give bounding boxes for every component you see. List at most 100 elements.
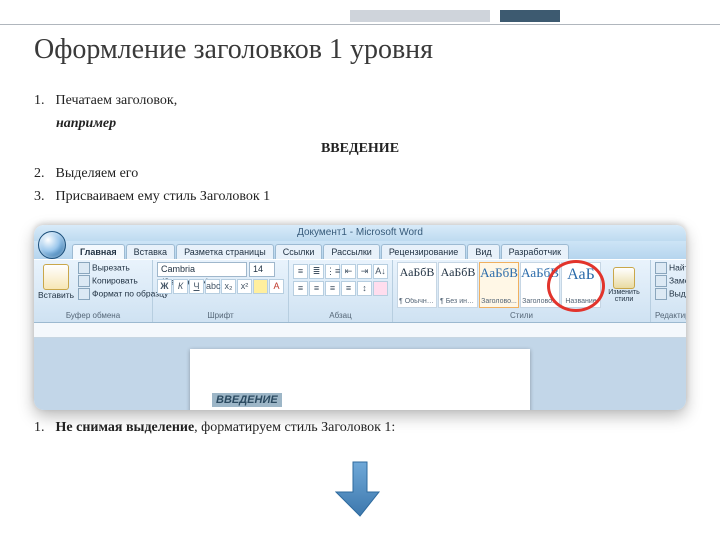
decor-rule: [0, 24, 720, 25]
align-center-button[interactable]: ≡: [309, 281, 324, 296]
group-styles-label: Стили: [397, 311, 646, 320]
ribbon-tabs: Главная Вставка Разметка страницы Ссылки…: [34, 241, 686, 259]
sort-button[interactable]: A↓: [373, 264, 388, 279]
style-label: ¶ Без инте...: [440, 298, 476, 305]
brush-icon: [78, 288, 90, 300]
tab-refs[interactable]: Ссылки: [275, 244, 323, 259]
style-heading1[interactable]: АаБбВ Заголово...: [479, 262, 519, 308]
step-3: 3. Присваиваем ему стиль Заголовок 1: [34, 186, 686, 207]
font-color-button[interactable]: A: [269, 279, 284, 294]
down-arrow-icon: [335, 460, 385, 520]
tab-dev[interactable]: Разработчик: [501, 244, 569, 259]
find-label: Найти: [669, 262, 686, 272]
tab-mail[interactable]: Рассылки: [323, 244, 379, 259]
step-1-num: 1.: [34, 90, 52, 111]
style-label: ¶ Обычный: [399, 298, 435, 305]
numbering-button[interactable]: ≣: [309, 264, 324, 279]
tab-view[interactable]: Вид: [467, 244, 499, 259]
page[interactable]: ВВЕДЕНИЕ: [190, 349, 530, 410]
indent-dec-button[interactable]: ⇤: [341, 264, 356, 279]
selected-heading-text[interactable]: ВВЕДЕНИЕ: [212, 393, 282, 407]
group-editing-label: Редактирование: [655, 311, 686, 320]
step-1-example-lead: например: [56, 113, 686, 134]
linespacing-button[interactable]: ↕: [357, 281, 372, 296]
style-label: Заголово...: [522, 298, 558, 305]
tab-layout[interactable]: Разметка страницы: [176, 244, 274, 259]
step-4-num: 1.: [34, 420, 52, 436]
group-font: Cambria (Заголовок) 14 Ж К Ч abc x₂ x² A…: [153, 260, 289, 322]
step-1-text: Печатаем заголовок,: [56, 93, 178, 108]
slide-title: Оформление заголовков 1 уровня: [34, 34, 433, 66]
highlight-button[interactable]: [253, 279, 268, 294]
group-font-label: Шрифт: [157, 311, 284, 320]
style-sample: АаБбВ: [400, 265, 435, 280]
font-size-select[interactable]: 14: [249, 262, 275, 277]
step-1: 1. Печатаем заголовок,: [34, 90, 686, 111]
group-paragraph-label: Абзац: [293, 311, 388, 320]
tab-home[interactable]: Главная: [72, 244, 125, 259]
find-icon: [655, 262, 667, 274]
style-nospacing[interactable]: АаБбВ ¶ Без инте...: [438, 262, 478, 308]
change-styles-button[interactable]: Изменить стили: [602, 265, 646, 305]
strike-button[interactable]: abc: [205, 279, 220, 294]
group-clipboard-label: Буфер обмена: [38, 311, 148, 320]
italic-button[interactable]: К: [173, 279, 188, 294]
window-title: Документ1 - Microsoft Word: [34, 225, 686, 241]
steps-block: 1. Печатаем заголовок, например ВВЕДЕНИЕ…: [34, 90, 686, 209]
word-screenshot: Документ1 - Microsoft Word Главная Встав…: [34, 225, 686, 410]
style-normal[interactable]: АаБбВ ¶ Обычный: [397, 262, 437, 308]
indent-inc-button[interactable]: ⇥: [357, 264, 372, 279]
group-styles: АаБбВ ¶ Обычный АаБбВ ¶ Без инте... АаБб…: [393, 260, 651, 322]
sup-button[interactable]: x²: [237, 279, 252, 294]
step-1-example-word: ВВЕДЕНИЕ: [34, 138, 686, 159]
copy-label: Копировать: [92, 275, 138, 285]
decor-bar-light: [350, 10, 490, 22]
sub-button[interactable]: x₂: [221, 279, 236, 294]
style-heading2[interactable]: АаБбВ Заголово...: [520, 262, 560, 308]
change-styles-icon: [613, 267, 635, 289]
replace-icon: [655, 275, 667, 287]
step-2: 2. Выделяем его: [34, 163, 686, 184]
shading-button[interactable]: [373, 281, 388, 296]
justify-button[interactable]: ≡: [341, 281, 356, 296]
style-title[interactable]: АаБ Название: [561, 262, 601, 308]
tab-insert[interactable]: Вставка: [126, 244, 175, 259]
align-right-button[interactable]: ≡: [325, 281, 340, 296]
step-4: 1. Не снимая выделение, форматируем стил…: [34, 420, 686, 436]
paste-label: Вставить: [38, 290, 74, 300]
style-sample: АаБбВ: [521, 265, 559, 281]
find-button[interactable]: Найти ▾: [655, 262, 686, 274]
font-toolbar: Ж К Ч abc x₂ x² A: [157, 279, 284, 294]
style-label: Название: [565, 298, 596, 305]
replace-button[interactable]: Заменить: [655, 275, 686, 287]
style-label: Заголово...: [481, 298, 517, 305]
step-3-text: Присваиваем ему стиль Заголовок 1: [56, 189, 271, 204]
multilevel-button[interactable]: ⋮≡: [325, 264, 340, 279]
bullets-button[interactable]: ≡: [293, 264, 308, 279]
styles-gallery: АаБбВ ¶ Обычный АаБбВ ¶ Без инте... АаБб…: [397, 262, 646, 308]
cut-label: Вырезать: [92, 262, 130, 272]
select-icon: [655, 288, 667, 300]
select-button[interactable]: Выделить ▾: [655, 288, 686, 300]
style-sample: АаБбВ: [441, 265, 476, 280]
step-3-num: 3.: [34, 186, 52, 207]
step-2-text: Выделяем его: [56, 166, 139, 181]
align-left-button[interactable]: ≡: [293, 281, 308, 296]
tab-review[interactable]: Рецензирование: [381, 244, 467, 259]
change-styles-label: Изменить стили: [602, 289, 646, 303]
style-sample: АаБбВ: [480, 265, 518, 281]
scissors-icon: [78, 262, 90, 274]
paste-button[interactable]: Вставить: [38, 262, 74, 311]
office-orb-icon[interactable]: [38, 231, 66, 259]
group-paragraph: ≡ ≣ ⋮≡ ⇤ ⇥ A↓ ≡ ≡ ≡ ≡ ↕ Абзац: [289, 260, 393, 322]
underline-button[interactable]: Ч: [189, 279, 204, 294]
group-editing: Найти ▾ Заменить Выделить ▾ Редактирован…: [651, 260, 686, 322]
bold-button[interactable]: Ж: [157, 279, 172, 294]
replace-label: Заменить: [669, 275, 686, 285]
ruler: [34, 323, 686, 338]
paste-icon: [43, 264, 69, 290]
step-4-rest: , форматируем стиль Заголовок 1:: [194, 420, 395, 435]
copy-icon: [78, 275, 90, 287]
font-name-select[interactable]: Cambria (Заголовок): [157, 262, 247, 277]
decor-bar-dark: [500, 10, 560, 22]
